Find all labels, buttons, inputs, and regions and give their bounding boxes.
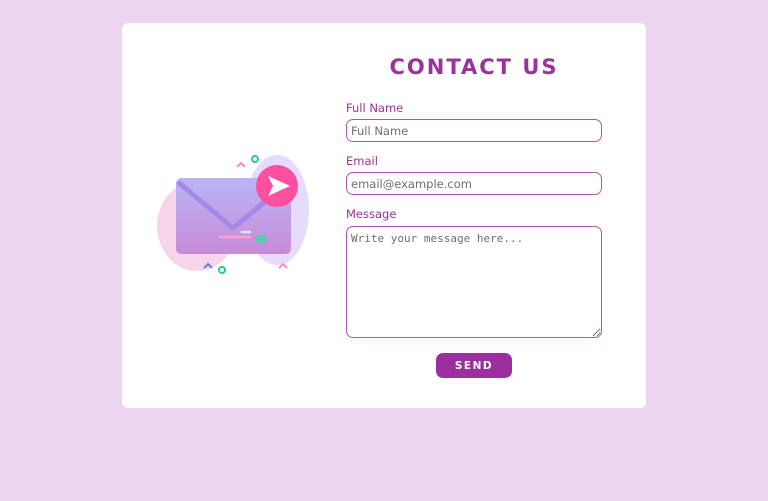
contact-card: CONTACT US Full Name Email Message SEND (122, 23, 646, 408)
message-label: Message (346, 207, 397, 221)
full-name-label: Full Name (346, 101, 404, 115)
email-input[interactable] (346, 172, 602, 195)
contact-form: CONTACT US Full Name Email Message SEND (346, 23, 602, 408)
send-button[interactable]: SEND (436, 353, 512, 378)
message-textarea[interactable] (346, 226, 602, 338)
envelope-send-icon (157, 155, 309, 274)
email-label: Email (346, 154, 378, 168)
page-title: CONTACT US (389, 55, 559, 79)
full-name-input[interactable] (346, 119, 602, 142)
